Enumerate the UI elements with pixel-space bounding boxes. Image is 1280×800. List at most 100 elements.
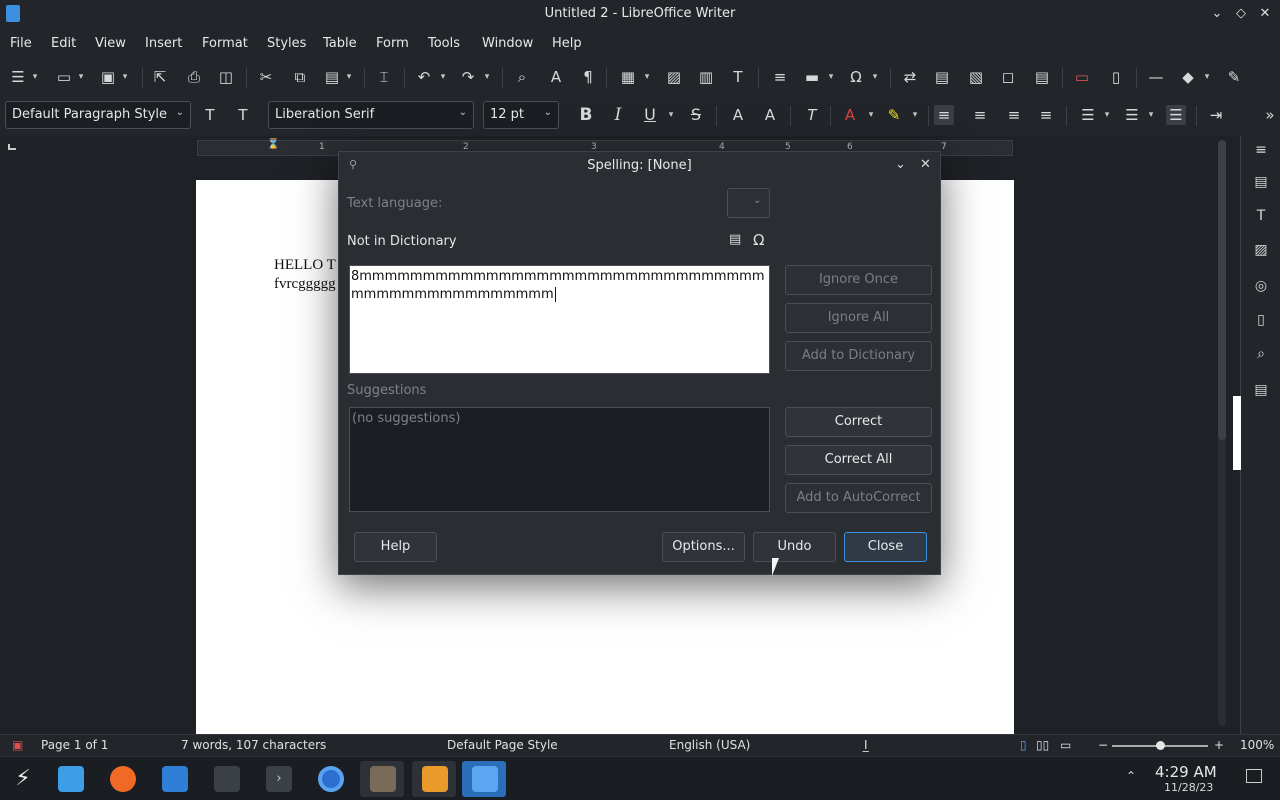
special-character-icon[interactable]: Ω	[846, 67, 866, 87]
zoom-slider[interactable]	[1112, 741, 1208, 750]
menu-file[interactable]: File	[10, 36, 32, 51]
single-page-view-icon[interactable]: ▯	[1020, 738, 1027, 752]
formatting-marks-icon[interactable]: ¶	[578, 67, 598, 87]
align-center-icon[interactable]: ≡	[970, 105, 990, 125]
cut-icon[interactable]: ✂	[256, 67, 276, 87]
sidebar-collapse-handle[interactable]	[1233, 396, 1241, 470]
font-size-combo[interactable]: 12 pt ⌄	[483, 101, 559, 129]
dialog-shade-icon[interactable]: ⌄	[895, 157, 906, 172]
find-replace-icon[interactable]: ⌕	[512, 67, 532, 87]
clock-date[interactable]: 11/28/23	[1164, 781, 1213, 794]
special-character-dropdown-icon[interactable]: ▾	[870, 67, 880, 87]
multi-page-view-icon[interactable]: ▯▯	[1036, 738, 1049, 752]
footnote-icon[interactable]: ▤	[932, 67, 952, 87]
update-style-icon[interactable]: T	[200, 105, 220, 125]
insert-mode-icon[interactable]: I̲	[864, 738, 868, 752]
ordered-list-icon[interactable]: ☰	[1122, 105, 1142, 125]
add-to-dictionary-button[interactable]: Add to Dictionary	[785, 341, 932, 371]
text-language-select[interactable]: ⌄	[727, 188, 770, 218]
menu-view[interactable]: View	[95, 36, 126, 51]
page-icon[interactable]: ▯	[1251, 310, 1271, 330]
save-icon[interactable]: ▣	[98, 67, 118, 87]
draw-icon[interactable]: ✎	[1224, 67, 1244, 87]
task-firefox[interactable]	[100, 761, 144, 797]
ordered-list-dropdown-icon[interactable]: ▾	[1146, 105, 1156, 125]
cross-reference-icon[interactable]: ▤	[1032, 67, 1052, 87]
show-desktop-icon[interactable]	[1246, 769, 1262, 783]
bookmark-icon[interactable]: ◻	[998, 67, 1018, 87]
unordered-list-icon[interactable]: ☰	[1078, 105, 1098, 125]
track-changes-icon[interactable]: ▯	[1106, 67, 1126, 87]
paragraph-style-combo[interactable]: Default Paragraph Style ⌄	[5, 101, 191, 129]
new-style-icon[interactable]: T	[233, 105, 253, 125]
clock-time[interactable]: 4:29 AM	[1155, 763, 1217, 781]
field-dropdown-icon[interactable]: ▾	[826, 67, 836, 87]
print-preview-icon[interactable]: ◫	[216, 67, 236, 87]
superscript-icon[interactable]: A	[728, 105, 748, 125]
clone-formatting-icon[interactable]: ⌶	[374, 67, 394, 87]
book-view-icon[interactable]: ▭	[1060, 738, 1071, 752]
zoom-in-icon[interactable]: +	[1214, 738, 1224, 752]
underline-icon[interactable]: U	[640, 105, 660, 125]
table-dropdown-icon[interactable]: ▾	[642, 67, 652, 87]
insert-image-icon[interactable]: ▨	[664, 67, 684, 87]
font-color-dropdown-icon[interactable]: ▾	[866, 105, 876, 125]
align-left-icon[interactable]: ≡	[934, 105, 954, 125]
save-dropdown-icon[interactable]: ▾	[120, 67, 130, 87]
shapes-dropdown-icon[interactable]: ▾	[1202, 67, 1212, 87]
bold-icon[interactable]: B	[576, 105, 596, 125]
menu-format[interactable]: Format	[202, 36, 248, 51]
task-impress[interactable]	[412, 761, 456, 797]
open-dropdown-icon[interactable]: ▾	[76, 67, 86, 87]
add-to-autocorrect-button[interactable]: Add to AutoCorrect	[785, 483, 932, 513]
align-right-icon[interactable]: ≡	[1004, 105, 1024, 125]
insert-field-icon[interactable]: ▬	[802, 67, 822, 87]
outline-icon[interactable]: ☰	[1166, 105, 1186, 125]
basic-shapes-icon[interactable]: ◆	[1178, 67, 1198, 87]
correct-all-button[interactable]: Correct All	[785, 445, 932, 475]
suggestions-list[interactable]: (no suggestions)	[349, 407, 770, 512]
maximize-icon[interactable]: ◇	[1232, 5, 1250, 23]
menu-insert[interactable]: Insert	[145, 36, 182, 51]
ruler-indent-marker[interactable]: ⌛	[267, 139, 279, 150]
clear-formatting-icon[interactable]: T	[802, 105, 822, 125]
highlight-color-icon[interactable]: ✎	[884, 105, 904, 125]
print-icon[interactable]: ⎙	[184, 67, 204, 87]
correct-button[interactable]: Correct	[785, 407, 932, 437]
paste-dropdown-icon[interactable]: ▾	[344, 67, 354, 87]
italic-icon[interactable]: I	[608, 105, 628, 125]
task-settings[interactable]	[204, 761, 248, 797]
unordered-list-dropdown-icon[interactable]: ▾	[1102, 105, 1112, 125]
sidebar-menu-icon[interactable]: ≡	[1251, 140, 1271, 160]
properties-icon[interactable]: ▤	[1251, 172, 1271, 192]
task-gimp[interactable]	[360, 761, 404, 797]
tab-stop-selector-icon[interactable]	[8, 144, 16, 150]
undo-dropdown-icon[interactable]: ▾	[438, 67, 448, 87]
undo-icon[interactable]: ↶	[414, 67, 434, 87]
endnote-icon[interactable]: ▧	[966, 67, 986, 87]
menu-table[interactable]: Table	[323, 36, 357, 51]
gallery-icon[interactable]: ▨	[1251, 240, 1271, 260]
close-button[interactable]: Close	[844, 532, 927, 562]
redo-icon[interactable]: ↷	[458, 67, 478, 87]
styles-icon[interactable]: T	[1251, 206, 1271, 226]
scrollbar-thumb[interactable]	[1218, 140, 1226, 440]
ignore-all-button[interactable]: Ignore All	[785, 303, 932, 333]
menu-tools[interactable]: Tools	[428, 36, 460, 51]
menu-form[interactable]: Form	[376, 36, 409, 51]
zoom-out-icon[interactable]: −	[1098, 738, 1108, 752]
options-button[interactable]: Options...	[662, 532, 745, 562]
menu-help[interactable]: Help	[552, 36, 582, 51]
vertical-scrollbar[interactable]	[1218, 140, 1226, 726]
font-name-combo[interactable]: Liberation Serif ⌄	[268, 101, 474, 129]
menu-edit[interactable]: Edit	[51, 36, 76, 51]
paste-icon[interactable]: ▤	[729, 232, 741, 247]
new-dropdown-icon[interactable]: ▾	[30, 67, 40, 87]
minimize-icon[interactable]: ⌄	[1208, 5, 1226, 23]
menu-styles[interactable]: Styles	[267, 36, 306, 51]
task-discover[interactable]	[152, 761, 196, 797]
redo-dropdown-icon[interactable]: ▾	[482, 67, 492, 87]
close-window-icon[interactable]: ✕	[1256, 5, 1274, 23]
open-folder-icon[interactable]: ▭	[54, 67, 74, 87]
app-launcher[interactable]: ⚡	[0, 761, 44, 797]
